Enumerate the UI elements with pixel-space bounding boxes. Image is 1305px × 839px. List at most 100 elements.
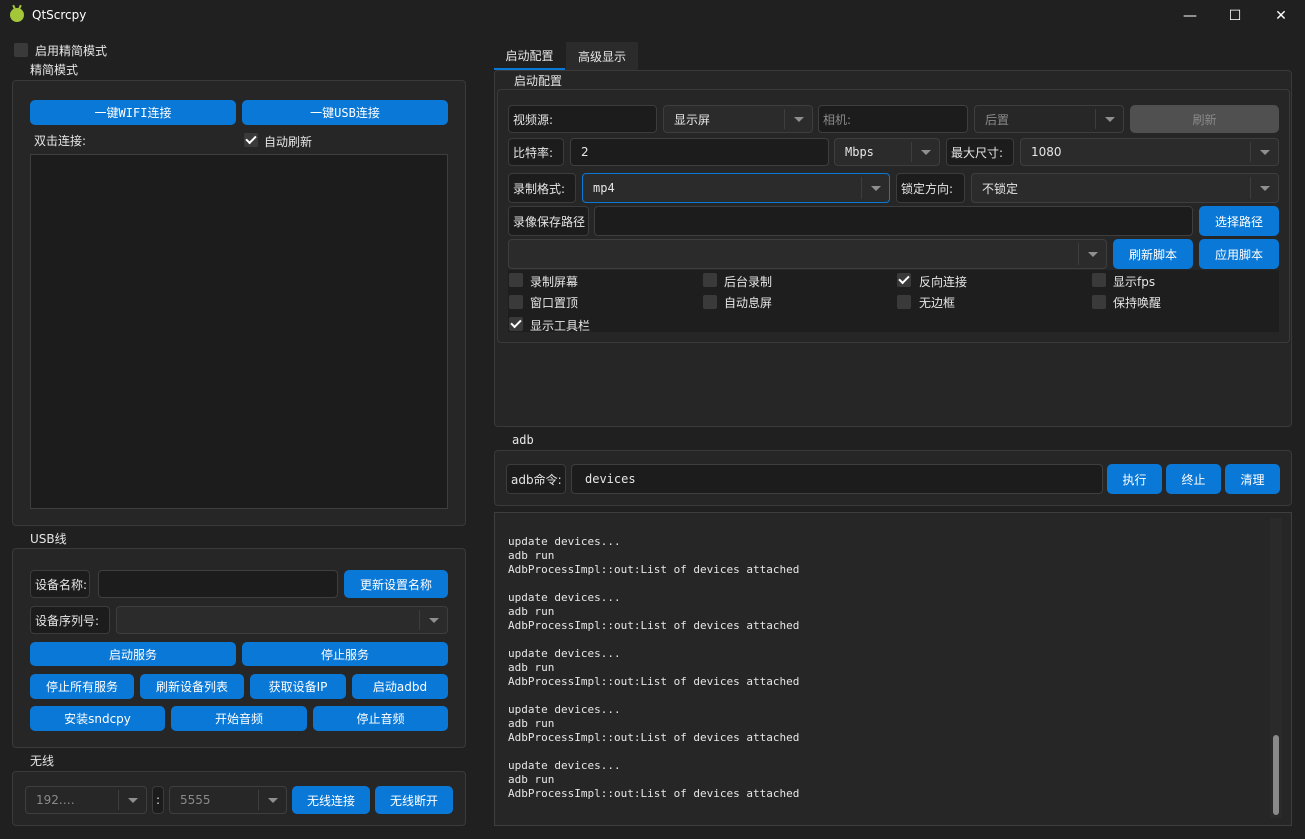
stay-awake-label: 保持唤醒: [1113, 296, 1162, 310]
max-size-select[interactable]: 1080: [1020, 138, 1279, 166]
camera-input[interactable]: 相机:: [818, 105, 968, 133]
auto-refresh-label: 自动刷新: [264, 135, 313, 149]
stop-all-services-button[interactable]: 停止所有服务: [30, 674, 134, 699]
android-icon: [10, 8, 24, 22]
chevron-down-icon: [1250, 142, 1278, 162]
refresh-script-button[interactable]: 刷新脚本: [1113, 239, 1193, 269]
stop-audio-button[interactable]: 停止音频: [313, 706, 448, 731]
always-on-top-label: 窗口置顶: [530, 296, 579, 310]
install-sndcpy-button[interactable]: 安装sndcpy: [30, 706, 165, 731]
bitrate-label: 比特率:: [508, 138, 564, 166]
startup-config-group-title: 启动配置: [506, 74, 571, 88]
background-record-checkbox[interactable]: [703, 273, 717, 287]
device-list[interactable]: [30, 154, 448, 509]
bitrate-input[interactable]: 2: [570, 138, 829, 166]
video-source-select[interactable]: 显示屏: [663, 105, 813, 133]
chevron-down-icon: [118, 790, 146, 810]
adb-command-label: adb命令:: [506, 464, 566, 494]
record-format-value: mp4: [593, 181, 615, 195]
lock-orientation-label: 锁定方向:: [896, 173, 965, 203]
log-text: update devices... adb run AdbProcessImpl…: [508, 535, 800, 800]
serial-label: 设备序列号:: [30, 606, 110, 634]
lock-orientation-select[interactable]: 不锁定: [971, 173, 1279, 203]
get-device-ip-button[interactable]: 获取设备IP: [250, 674, 346, 699]
apply-script-button[interactable]: 应用脚本: [1199, 239, 1279, 269]
chevron-down-icon: [419, 610, 447, 630]
options-area: [508, 270, 1279, 332]
execute-button[interactable]: 执行: [1107, 464, 1162, 494]
frameless-label: 无边框: [919, 296, 956, 310]
usb-connect-button[interactable]: 一键USB连接: [242, 100, 448, 125]
choose-path-button[interactable]: 选择路径: [1199, 206, 1279, 236]
reverse-connect-checkbox[interactable]: [897, 273, 911, 287]
maximize-button[interactable]: ☐: [1212, 0, 1258, 32]
script-select[interactable]: [508, 239, 1107, 269]
simple-mode-label: 启用精简模式: [35, 44, 108, 58]
title-bar: [0, 0, 1305, 32]
record-screen-label: 录制屏幕: [530, 275, 579, 289]
refresh-camera-button[interactable]: 刷新: [1130, 105, 1279, 133]
clear-button[interactable]: 清理: [1225, 464, 1280, 494]
video-source-value: 显示屏: [674, 112, 711, 127]
chevron-down-icon: [258, 790, 286, 810]
refresh-device-list-button[interactable]: 刷新设备列表: [140, 674, 244, 699]
chevron-down-icon: [861, 177, 889, 199]
start-service-button[interactable]: 启动服务: [30, 642, 236, 666]
close-button[interactable]: ✕: [1258, 0, 1304, 32]
start-audio-button[interactable]: 开始音频: [171, 706, 307, 731]
max-size-value: 1080: [1031, 145, 1062, 159]
camera-position-value: 后置: [985, 112, 1010, 127]
tab-advanced-display[interactable]: 高级显示: [566, 42, 638, 70]
record-path-label: 录像保存路径: [508, 206, 589, 236]
chevron-down-icon: [784, 109, 812, 129]
frameless-checkbox[interactable]: [897, 295, 911, 309]
record-screen-checkbox[interactable]: [509, 273, 523, 287]
bitrate-unit-select[interactable]: Mbps: [834, 138, 940, 166]
auto-screen-off-checkbox[interactable]: [703, 295, 717, 309]
tab-startup-config[interactable]: 启动配置: [494, 42, 565, 70]
always-on-top-checkbox[interactable]: [509, 295, 523, 309]
max-size-label: 最大尺寸:: [946, 138, 1014, 166]
background-record-label: 后台录制: [724, 275, 773, 289]
update-device-name-button[interactable]: 更新设置名称: [344, 570, 448, 598]
device-name-label: 设备名称:: [30, 570, 90, 598]
chevron-down-icon: [1095, 109, 1123, 129]
show-toolbar-label: 显示工具栏: [530, 319, 591, 333]
wireless-group-title: 无线: [22, 754, 63, 768]
lock-orientation-value: 不锁定: [982, 181, 1019, 196]
bitrate-unit-value: Mbps: [845, 145, 874, 159]
device-name-input[interactable]: [98, 570, 338, 598]
record-format-select[interactable]: mp4: [582, 173, 890, 203]
simple-mode-checkbox[interactable]: [14, 43, 28, 57]
record-format-label: 录制格式:: [508, 173, 576, 203]
simple-mode-group-title: 精简模式: [22, 63, 87, 77]
minimize-button[interactable]: —: [1167, 0, 1213, 32]
auto-refresh-checkbox[interactable]: [244, 133, 258, 147]
ip-value: 192.…: [36, 793, 75, 807]
serial-select[interactable]: [116, 606, 448, 634]
show-toolbar-checkbox[interactable]: [509, 317, 523, 331]
adb-command-input[interactable]: devices: [571, 464, 1103, 494]
stay-awake-checkbox[interactable]: [1092, 295, 1106, 309]
show-fps-checkbox[interactable]: [1092, 273, 1106, 287]
camera-position-select[interactable]: 后置: [974, 105, 1124, 133]
chevron-down-icon: [911, 142, 939, 162]
wireless-disconnect-button[interactable]: 无线断开: [375, 786, 453, 814]
port-separator: :: [152, 786, 164, 814]
start-adbd-button[interactable]: 启动adbd: [352, 674, 448, 699]
port-value: 5555: [180, 793, 211, 807]
show-fps-label: 显示fps: [1113, 275, 1156, 289]
window-title: QtScrcpy: [32, 8, 87, 22]
video-source-label: 视频源:: [508, 105, 657, 133]
log-scrollbar-thumb[interactable]: [1273, 735, 1279, 815]
auto-screen-off-label: 自动息屏: [724, 296, 773, 310]
adb-group-title: adb: [504, 433, 542, 447]
wireless-connect-button[interactable]: 无线连接: [292, 786, 370, 814]
ip-select[interactable]: 192.…: [25, 786, 147, 814]
wifi-connect-button[interactable]: 一键WIFI连接: [30, 100, 236, 125]
port-select[interactable]: 5555: [169, 786, 287, 814]
stop-service-button[interactable]: 停止服务: [242, 642, 448, 666]
reverse-connect-label: 反向连接: [919, 275, 968, 289]
record-path-input[interactable]: [594, 206, 1193, 236]
terminate-button[interactable]: 终止: [1166, 464, 1221, 494]
